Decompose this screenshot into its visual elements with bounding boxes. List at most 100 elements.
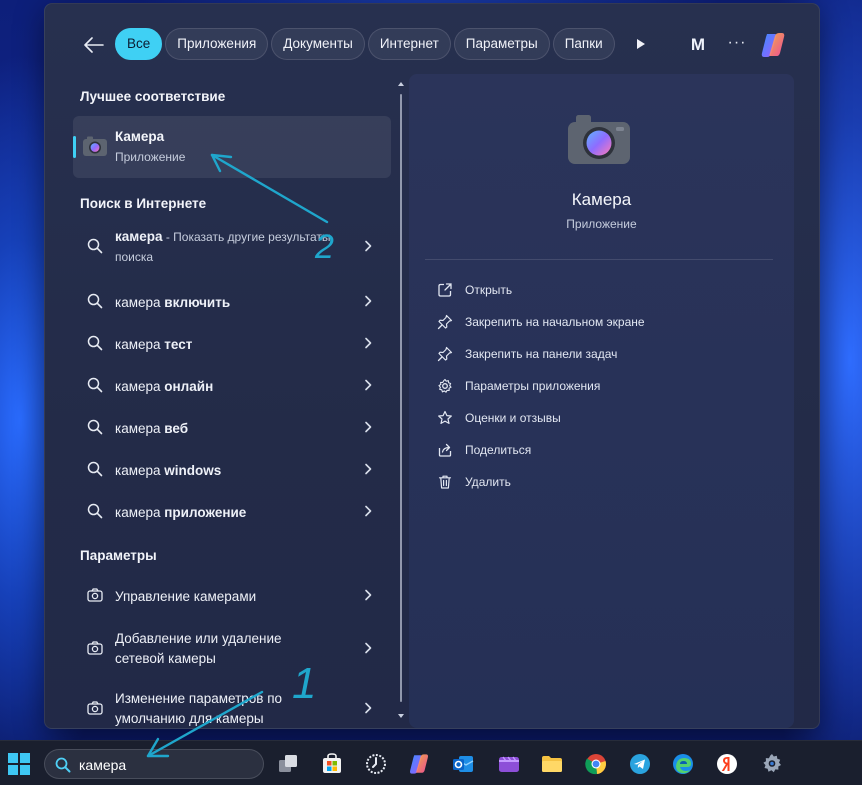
web-result-item[interactable]: камера тест — [73, 322, 391, 364]
taskbar — [0, 740, 862, 785]
arrow-left-icon — [84, 37, 104, 53]
copilot-icon[interactable] — [407, 752, 431, 776]
web-result-suggestion: windows — [164, 463, 222, 478]
action-pin-start[interactable]: Закрепить на начальном экране — [425, 308, 765, 336]
gear-icon — [438, 378, 452, 393]
taskbar-search-input[interactable] — [79, 754, 249, 776]
tab-web[interactable]: Интернет — [367, 28, 451, 60]
camera-outline-icon — [87, 588, 103, 602]
camera-app-icon — [83, 136, 107, 156]
camera-outline-icon — [87, 641, 103, 655]
web-result-suggestion: приложение — [164, 505, 247, 520]
selection-indicator — [73, 136, 76, 158]
action-app-settings[interactable]: Параметры приложения — [425, 372, 765, 400]
star-icon — [438, 410, 452, 424]
web-result-prefix: камера — [115, 337, 165, 352]
windows-start-icon[interactable] — [8, 753, 30, 775]
search-icon — [87, 419, 103, 435]
scrollbar-thumb[interactable] — [400, 94, 402, 702]
action-label: Удалить — [465, 475, 511, 489]
filter-tabs: Все Приложения Документы Интернет Параметры П… — [115, 28, 635, 60]
tab-settings[interactable]: Параметры — [453, 28, 550, 60]
chrome-icon[interactable] — [584, 752, 608, 776]
share-icon — [438, 443, 452, 457]
settings-item-default-camera[interactable]: Изменение параметров по умолчанию для ка… — [73, 684, 391, 728]
copilot-button[interactable] — [758, 31, 788, 59]
settings-item-manage-cameras[interactable]: Управление камерами — [73, 574, 391, 616]
chevron-right-icon — [365, 463, 372, 475]
tabs-scroll-right-button[interactable] — [634, 37, 648, 51]
action-label: Поделиться — [465, 443, 532, 457]
chevron-right-icon — [365, 240, 372, 252]
camera-app-icon — [568, 115, 630, 164]
web-result-suggestion: веб — [164, 421, 189, 436]
best-match-camera[interactable]: Камера Приложение — [73, 116, 391, 178]
web-result-item[interactable]: камера онлайн — [73, 364, 391, 406]
chevron-right-icon — [365, 589, 372, 601]
web-result-item[interactable]: камера приложение — [73, 490, 391, 532]
web-result-item[interactable]: камера включить — [73, 280, 391, 322]
action-label: Параметры приложения — [465, 379, 601, 393]
copilot-icon — [761, 33, 785, 57]
best-match-type: Приложение — [115, 150, 186, 164]
clipchamp-icon[interactable] — [497, 752, 521, 776]
open-external-icon — [438, 283, 452, 297]
back-button[interactable] — [81, 32, 107, 58]
web-result-item[interactable]: камера веб — [73, 406, 391, 448]
edge-icon[interactable] — [671, 752, 695, 776]
chevron-right-icon — [365, 337, 372, 349]
settings-item-label: Изменение параметров по умолчанию для ка… — [115, 691, 283, 726]
search-icon — [87, 335, 103, 351]
clock-icon[interactable] — [364, 752, 388, 776]
telegram-icon[interactable] — [628, 752, 652, 776]
scroll-down-icon[interactable] — [397, 712, 405, 720]
settings-item-label: Добавление или удаление сетевой камеры — [115, 631, 282, 666]
results-list: Лучшее соответствие Камера Приложение По… — [45, 76, 395, 728]
tab-documents[interactable]: Документы — [271, 28, 365, 60]
action-ratings[interactable]: Оценки и отзывы — [425, 404, 765, 432]
web-result-prefix: камера — [115, 421, 165, 436]
tab-folders[interactable]: Папки — [552, 28, 615, 60]
chevron-right-icon — [365, 421, 372, 433]
web-result-prefix: камера — [115, 379, 165, 394]
search-icon — [87, 461, 103, 477]
chevron-right-icon — [365, 505, 372, 517]
best-match-heading: Лучшее соответствие — [80, 89, 226, 104]
tab-all[interactable]: Все — [115, 28, 163, 60]
detail-divider — [425, 259, 773, 260]
action-label: Оценки и отзывы — [465, 411, 561, 425]
web-result-item[interactable]: камера windows — [73, 448, 391, 490]
taskbar-search-box[interactable] — [44, 749, 264, 779]
more-options-button[interactable]: ··· — [727, 35, 747, 54]
account-avatar[interactable]: M — [687, 34, 709, 56]
file-explorer-icon[interactable] — [540, 752, 564, 776]
web-result-more[interactable]: камера - Показать другие результаты поис… — [73, 222, 391, 270]
microsoft-store-icon[interactable] — [320, 752, 344, 776]
action-open[interactable]: Открыть — [425, 276, 765, 304]
web-result-prefix: камера — [115, 463, 165, 478]
action-label: Открыть — [465, 283, 513, 297]
search-icon — [87, 293, 103, 309]
search-icon — [87, 238, 103, 254]
pin-icon — [437, 346, 453, 362]
outlook-icon[interactable] — [451, 752, 475, 776]
filter-bar: Все Приложения Документы Интернет Параметры П… — [45, 4, 819, 76]
chevron-right-icon — [365, 295, 372, 307]
web-result-suggestion: тест — [164, 337, 193, 352]
action-pin-taskbar[interactable]: Закрепить на панели задач — [425, 340, 765, 368]
play-right-icon — [637, 39, 645, 49]
settings-heading: Параметры — [80, 548, 157, 563]
settings-gear-icon[interactable] — [760, 752, 784, 776]
action-share[interactable]: Поделиться — [425, 436, 765, 464]
yandex-browser-icon[interactable] — [715, 752, 739, 776]
detail-app-name: Камера — [571, 190, 632, 209]
web-result-prefix: камера — [115, 295, 165, 310]
chevron-right-icon — [365, 702, 372, 714]
results-scrollbar[interactable] — [396, 80, 406, 720]
action-label: Закрепить на панели задач — [465, 347, 618, 361]
action-uninstall[interactable]: Удалить — [425, 468, 765, 496]
tab-apps[interactable]: Приложения — [165, 28, 269, 60]
settings-item-network-camera[interactable]: Добавление или удаление сетевой камеры — [73, 624, 391, 672]
task-view-icon[interactable] — [276, 752, 300, 776]
scroll-up-icon[interactable] — [397, 80, 405, 88]
